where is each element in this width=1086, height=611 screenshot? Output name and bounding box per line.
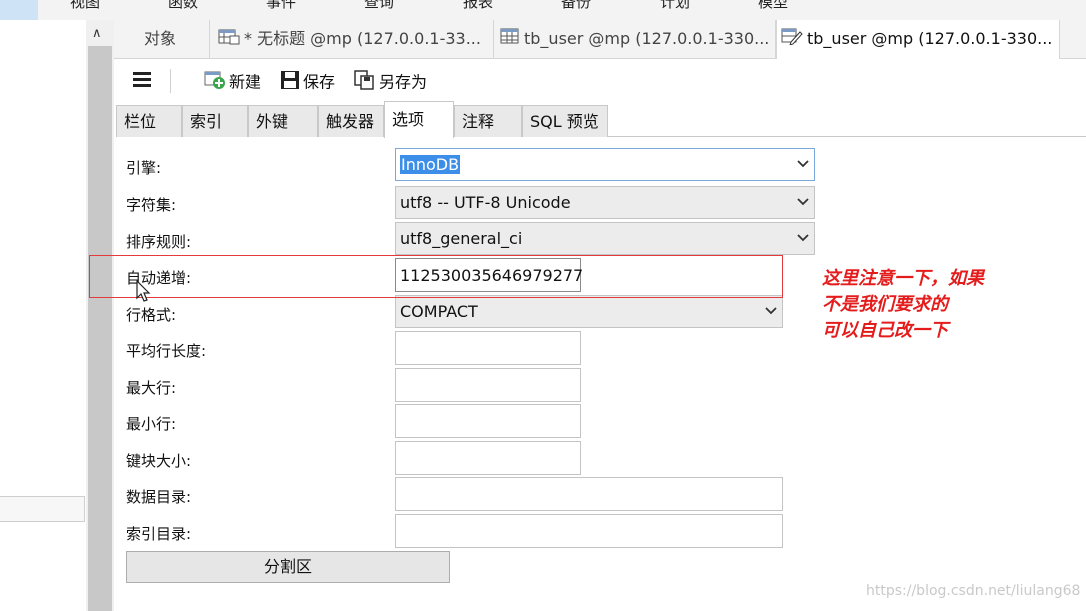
min-rows-label: 最小行: — [126, 415, 177, 433]
chevron-down-icon[interactable] — [796, 156, 810, 170]
subtab-triggers[interactable]: 触发器 — [318, 105, 384, 137]
toolbar: 新建 保存 另存为 — [114, 59, 1086, 103]
menu-bar: 视图 函数 事件 查询 报表 备份 计划 模型 — [0, 0, 1086, 21]
toolbar-separator — [170, 69, 171, 93]
tab-label: 对象 — [144, 29, 177, 48]
watermark: https://blog.csdn.net/liulang68 — [866, 583, 1081, 599]
navigation-filter-input[interactable] — [0, 496, 85, 522]
max-rows-input[interactable] — [395, 368, 581, 402]
partition-button[interactable]: 分割区 — [126, 551, 450, 583]
collation-select[interactable]: utf8_general_ci — [395, 222, 815, 255]
data-directory-label: 数据目录: — [126, 488, 192, 506]
tab-label: * 无标题 @mp (127.0.0.1-33... — [244, 29, 481, 48]
subtab-comment[interactable]: 注释 — [454, 105, 522, 137]
subtab-indexes[interactable]: 索引 — [182, 105, 248, 137]
menu-item-event[interactable]: 事件 — [266, 0, 296, 12]
tab-objects[interactable]: 对象 — [114, 20, 210, 58]
navigation-pane — [0, 20, 86, 611]
navigation-scrollbar[interactable]: ∧ — [86, 20, 114, 611]
chevron-down-icon[interactable] — [796, 230, 810, 244]
tab-tb-user-data[interactable]: tb_user @mp (127.0.0.1-330... — [494, 20, 776, 58]
tab-label: tb_user @mp (127.0.0.1-330... — [807, 29, 1053, 48]
save-label: 保存 — [303, 72, 336, 92]
new-label: 新建 — [229, 72, 262, 92]
key-block-size-input[interactable] — [395, 441, 581, 475]
index-directory-label: 索引目录: — [126, 525, 192, 543]
new-table-icon — [204, 70, 226, 96]
new-button[interactable]: 新建 — [204, 70, 261, 92]
save-button[interactable]: 保存 — [280, 70, 335, 92]
chevron-down-icon[interactable] — [796, 194, 810, 208]
menu-selected-highlight — [0, 0, 38, 20]
menu-item-backup[interactable]: 备份 — [561, 0, 591, 12]
subtab-fields[interactable]: 栏位 — [116, 105, 182, 137]
subtab-options[interactable]: 选项 — [384, 101, 454, 138]
avg-row-length-label: 平均行长度: — [126, 342, 207, 360]
tab-label: tb_user @mp (127.0.0.1-330... — [524, 29, 770, 48]
menu-item-function[interactable]: 函数 — [168, 0, 198, 12]
subtab-sql-preview[interactable]: SQL 预览 — [522, 105, 608, 137]
engine-select[interactable]: InnoDB — [395, 148, 815, 181]
mouse-pointer-icon — [136, 280, 151, 302]
row-format-label: 行格式: — [126, 306, 177, 324]
collation-value: utf8_general_ci — [400, 229, 523, 248]
menu-item-report[interactable]: 报表 — [463, 0, 493, 12]
engine-label: 引擎: — [126, 159, 162, 177]
annotation-highlight-box — [89, 255, 783, 298]
scroll-up-icon[interactable]: ∧ — [92, 26, 102, 41]
menu-item-schedule[interactable]: 计划 — [660, 0, 690, 12]
annotation-line-3: 可以自己改一下 — [822, 320, 948, 341]
tab-untitled-query[interactable]: * 无标题 @mp (127.0.0.1-33... — [210, 20, 494, 58]
subtab-foreign-keys[interactable]: 外键 — [248, 105, 318, 137]
hamburger-menu-icon[interactable] — [132, 69, 152, 91]
save-as-icon — [354, 70, 376, 96]
annotation-line-1: 这里注意一下，如果 — [822, 268, 984, 289]
tab-tb-user-design[interactable]: tb_user @mp (127.0.0.1-330... — [776, 20, 1060, 59]
row-format-value: COMPACT — [400, 302, 478, 321]
engine-value: InnoDB — [400, 155, 461, 174]
data-directory-input[interactable] — [395, 477, 783, 511]
charset-label: 字符集: — [126, 196, 177, 214]
table-grid-icon — [500, 21, 520, 59]
tab-bar: 对象 * 无标题 @mp (127.0.0.1-33... tb_user @m… — [114, 20, 1086, 59]
save-disk-icon — [280, 70, 300, 96]
save-as-button[interactable]: 另存为 — [354, 70, 427, 92]
query-table-icon — [218, 21, 240, 59]
charset-select[interactable]: utf8 -- UTF-8 Unicode — [395, 186, 815, 219]
index-directory-input[interactable] — [395, 514, 783, 548]
charset-value: utf8 -- UTF-8 Unicode — [400, 193, 571, 212]
table-design-icon — [781, 21, 803, 59]
avg-row-length-input[interactable] — [395, 331, 581, 365]
max-rows-label: 最大行: — [126, 379, 177, 397]
chevron-down-icon[interactable] — [764, 303, 778, 317]
menu-item-model[interactable]: 模型 — [758, 0, 788, 12]
scrollbar-thumb[interactable] — [88, 46, 112, 611]
annotation-line-2: 不是我们要求的 — [822, 294, 948, 315]
row-format-select[interactable]: COMPACT — [395, 295, 783, 328]
save-as-label: 另存为 — [379, 72, 428, 92]
menu-item-view[interactable]: 视图 — [70, 0, 100, 12]
key-block-size-label: 键块大小: — [126, 452, 192, 470]
collation-label: 排序规则: — [126, 233, 192, 251]
menu-item-query[interactable]: 查询 — [364, 0, 394, 12]
min-rows-input[interactable] — [395, 404, 581, 438]
